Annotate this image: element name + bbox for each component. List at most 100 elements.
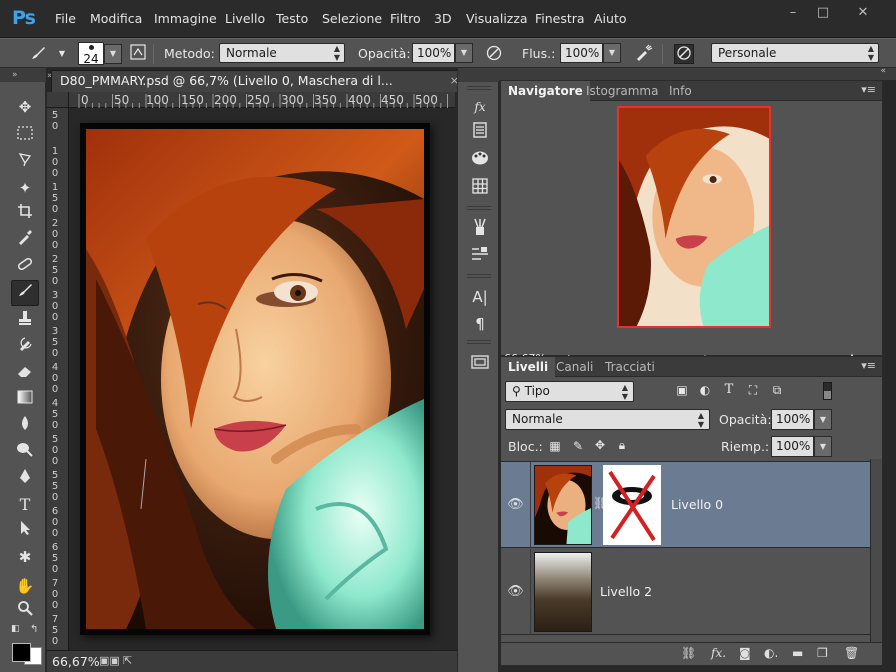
eyedropper-tool-icon[interactable] [11,227,39,253]
lock-position-icon[interactable]: ✥ [592,438,608,452]
pressure-size-icon[interactable] [674,44,694,64]
panel-menu-icon[interactable]: ▾≡ [861,83,876,96]
swap-colors-icon[interactable]: ↰ [30,624,38,635]
delete-layer-icon[interactable]: 🗑︎ [844,646,859,660]
opacita-input[interactable]: 100% [412,43,455,63]
layer-opacity-input[interactable]: 100% [771,409,814,430]
menu-visualizza[interactable]: Visualizza [466,11,528,26]
swatches-icon[interactable] [469,178,491,200]
layer-style-fx-icon[interactable]: fx. [711,646,726,660]
blend-mode-select[interactable]: Normale ▲ ▼ [505,409,710,430]
zoom-tool-icon[interactable] [11,598,39,624]
document-canvas[interactable] [69,109,455,650]
fill-dropdown[interactable]: ▼ [814,436,832,457]
pressure-opacity-icon[interactable] [484,44,504,64]
default-colors-icon[interactable]: ◧ [11,624,20,634]
brush-presets-icon[interactable] [469,218,491,240]
ruler-origin[interactable] [47,92,69,108]
menu-3d[interactable]: 3D [434,11,452,26]
menu-selezione[interactable]: Selezione [322,11,382,26]
character-panel-icon[interactable]: A| [469,286,491,308]
tools-collapse-grip[interactable]: » [0,68,46,82]
layer-name[interactable]: Livello 0 [671,497,723,512]
portrait-photo[interactable] [86,129,424,629]
workspace-select[interactable]: Personale ▲ ▼ [711,43,879,63]
brush-settings-icon[interactable] [469,246,491,268]
styles-icon[interactable]: fx [469,96,491,118]
layer-thumbnail[interactable] [534,552,592,632]
zoom-level[interactable]: 66,67% [52,654,100,669]
maximize-button[interactable]: □ [808,4,838,21]
magic-wand-tool-icon[interactable]: ✦ [11,175,39,201]
layer-filter-select[interactable]: ⚲ Tipo ▲ ▼ [505,381,634,402]
new-group-icon[interactable]: ▬ [792,646,803,660]
layer-row[interactable]: 👁︎ ⛓︎ Livello 0 [501,462,872,548]
lasso-tool-icon[interactable] [11,149,39,175]
blur-tool-icon[interactable] [11,413,39,439]
gradient-tool-icon[interactable] [11,386,39,412]
panel-menu-icon[interactable]: ▾≡ [861,359,876,372]
layer-row[interactable]: 👁︎ Livello 2 [501,549,872,635]
vertical-ruler[interactable]: 50 100 150 200 250 300 350 400 450 500 550 600 650 70… [47,108,69,650]
filter-shape-icon[interactable]: ⛶ [745,383,761,398]
document-info-icon[interactable]: ▣▣ [99,654,120,667]
dodge-tool-icon[interactable] [11,439,39,465]
tab-livelli[interactable]: Livelli [501,357,556,377]
tab-info[interactable]: Info [662,81,699,101]
visibility-eye-icon[interactable]: 👁︎ [501,549,531,635]
panel-grip[interactable]: « [499,66,896,80]
lock-transparent-icon[interactable]: ▦ [547,439,563,453]
history-panel-icon[interactable] [469,122,491,144]
brush-tool-preset-icon[interactable] [28,44,48,64]
add-mask-icon[interactable]: ◙ [739,646,751,660]
paragraph-panel-icon[interactable]: ¶ [469,313,491,335]
tab-navigatore[interactable]: Navigatore [501,81,590,101]
brush-size-dropdown[interactable]: ▼ [104,44,122,64]
panel-grip[interactable] [458,68,500,82]
brush-panel-icon[interactable] [128,44,148,64]
move-tool-icon[interactable]: ✥ [11,94,39,120]
flusso-input[interactable]: 100% [560,43,603,63]
custom-shape-tool-icon[interactable]: ✱ [11,544,39,570]
metodo-select[interactable]: Normale ▲ ▼ [219,43,345,63]
new-layer-icon[interactable]: ❐ [817,646,828,660]
menu-finestra[interactable]: Finestra [535,11,585,26]
menu-testo[interactable]: Testo [276,11,308,26]
layer-name[interactable]: Livello 2 [600,584,652,599]
layer-comps-icon[interactable] [469,354,491,376]
marquee-tool-icon[interactable] [11,122,39,148]
status-menu-icon[interactable]: ⇱ [123,654,132,667]
pen-tool-icon[interactable] [11,466,39,492]
menu-filtro[interactable]: Filtro [390,11,421,26]
tab-tracciati[interactable]: Tracciati [598,357,662,377]
visibility-eye-icon[interactable]: 👁︎ [501,462,531,548]
filter-adjustment-icon[interactable]: ◐ [697,383,713,397]
menu-modifica[interactable]: Modifica [90,11,142,26]
opacita-dropdown[interactable]: ▼ [455,43,473,63]
layer-thumbnail[interactable] [534,465,592,545]
tab-canali[interactable]: Canali [549,357,600,377]
adjustment-layer-icon[interactable]: ◐. [764,646,778,660]
clone-stamp-tool-icon[interactable] [11,308,39,334]
minimize-button[interactable]: – [778,4,808,21]
eraser-tool-icon[interactable] [11,360,39,386]
menu-livello[interactable]: Livello [225,11,265,26]
path-selection-tool-icon[interactable] [11,518,39,544]
link-layers-icon[interactable]: ⛓︎ [681,646,696,660]
navigator-preview[interactable] [617,106,771,328]
airbrush-icon[interactable] [634,44,654,64]
layer-mask-thumbnail[interactable] [603,465,661,545]
menu-aiuto[interactable]: Aiuto [594,11,627,26]
history-brush-tool-icon[interactable] [11,334,39,360]
collapse-panels-icon[interactable]: « [880,66,886,76]
menu-immagine[interactable]: Immagine [154,11,217,26]
hand-tool-icon[interactable]: ✋ [11,573,39,599]
color-palette-icon[interactable] [469,150,491,172]
lock-all-icon[interactable]: 🔒︎ [614,438,630,453]
foreground-color-swatch[interactable] [12,643,31,662]
document-tab[interactable]: D80_PMMARY.psd @ 66,7% (Livello 0, Masch… [51,70,465,92]
layers-scrollbar[interactable] [870,459,882,642]
filter-toggle[interactable] [823,382,832,400]
filter-smart-object-icon[interactable]: ⧉ [769,383,785,398]
filter-pixel-icon[interactable]: ▣ [674,383,690,397]
